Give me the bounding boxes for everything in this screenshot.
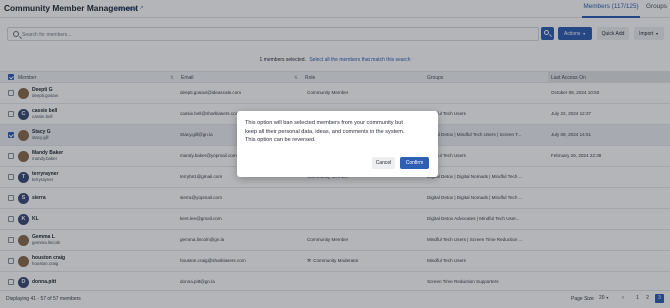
dialog-message: This option will ban selected members fr… bbox=[245, 119, 435, 145]
dialog-message-line: This option can be reversed. bbox=[245, 137, 316, 144]
dialog-message-line: This option will ban selected members fr… bbox=[245, 120, 403, 126]
ban-confirmation-dialog: This option will ban selected members fr… bbox=[237, 111, 438, 177]
confirm-button[interactable]: Confirm bbox=[400, 157, 429, 169]
member-management-page: Community Member Management Learn More ↗… bbox=[0, 0, 670, 308]
cancel-button[interactable]: Cancel bbox=[372, 157, 395, 169]
dialog-message-line: keep all their personal data, ideas, and… bbox=[245, 128, 405, 135]
